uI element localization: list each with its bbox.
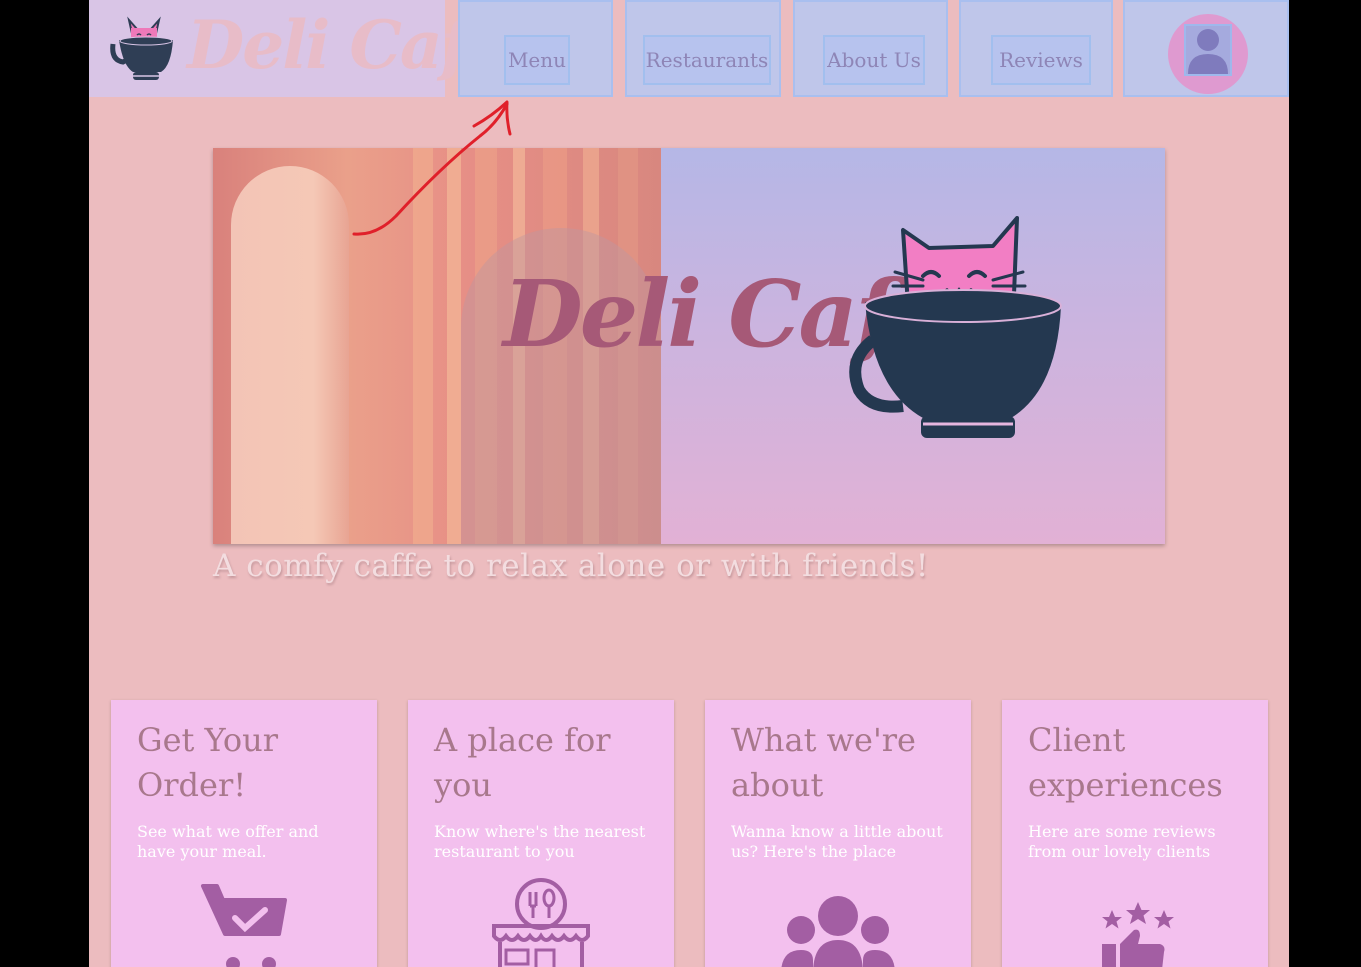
shopping-cart-icon [201,884,287,967]
nav-item-menu[interactable]: Menu [458,0,613,97]
arch-decoration [231,166,349,544]
nav-item-label: Menu [504,35,570,85]
brand-logo-link[interactable]: Deli Caffe [89,0,535,97]
cat-in-cup-illustration-icon [849,216,1062,438]
card-title: Get Your Order! [137,721,279,804]
card-title: What we're about [731,721,916,804]
card-title: Client experiences [1028,721,1223,804]
top-navigation-bar: Deli Caffe Menu Restaurants About Us Rev… [89,0,1289,97]
avatar[interactable] [1168,14,1248,94]
nav-item-label: About Us [823,35,925,85]
card-a-place-for-you[interactable]: A place for you Know where's the nearest… [408,700,674,967]
card-client-experiences[interactable]: Client experiences Here are some reviews… [1002,700,1268,967]
nav-item-label: Restaurants [643,35,771,85]
page: Deli Caffe Menu Restaurants About Us Rev… [89,0,1289,967]
group-icon [781,896,895,967]
nav-item-restaurants[interactable]: Restaurants [625,0,781,97]
card-get-your-order[interactable]: Get Your Order! See what we offer and ha… [111,700,377,967]
hero-tagline: A comfy caffe to relax alone or with fri… [213,548,929,584]
card-what-were-about[interactable]: What we're about Wanna know a little abo… [705,700,971,967]
cat-in-cup-logo-icon [110,16,173,80]
nav-item-account[interactable] [1123,0,1289,97]
hero-banner: Deli Caffe [213,148,1165,544]
card-description: Here are some reviews from our lovely cl… [1028,822,1216,861]
card-description: See what we offer and have your meal. [137,822,319,861]
nav-item-label: Reviews [991,35,1091,85]
rating-thumbs-up-icon [1102,902,1174,967]
nav-item-about-us[interactable]: About Us [793,0,948,97]
user-icon [1184,24,1232,76]
card-description: Wanna know a little about us? Here's the… [731,822,943,861]
nav-item-reviews[interactable]: Reviews [959,0,1113,97]
storefront-icon [492,878,590,967]
card-title: A place for you [434,721,611,804]
card-description: Know where's the nearest restaurant to y… [434,822,646,861]
